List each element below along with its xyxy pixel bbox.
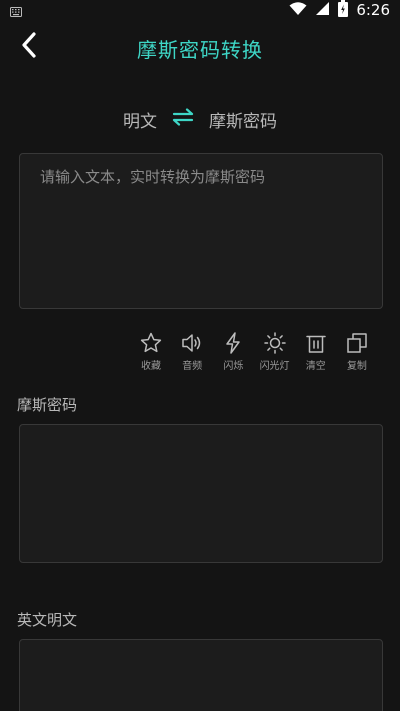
morse-section-label: 摩斯密码 (17, 396, 78, 414)
toolbar: 收藏 音频 闪烁 闪光灯 清空 复制 (134, 331, 374, 373)
audio-button[interactable]: 音频 (175, 331, 209, 373)
mode-label-morse: 摩斯密码 (209, 111, 277, 132)
copy-label: 复制 (346, 361, 367, 372)
favorite-label: 收藏 (141, 361, 161, 372)
app-bar: 摩斯密码转换 (0, 20, 400, 76)
english-output[interactable] (19, 639, 383, 711)
copy-button[interactable]: 复制 (340, 331, 374, 373)
swap-arrows-icon (172, 108, 194, 130)
battery-icon (338, 0, 349, 21)
text-input[interactable] (20, 154, 382, 308)
morse-output[interactable] (19, 424, 383, 563)
copy-icon (345, 331, 369, 355)
blink-label: 闪烁 (223, 361, 244, 372)
swap-button[interactable] (171, 107, 195, 131)
clear-button[interactable]: 清空 (299, 331, 333, 373)
flashlight-label: 闪光灯 (259, 361, 290, 372)
status-time: 6:26 (356, 1, 390, 19)
app-screen: 6:26 摩斯密码转换 明文 摩斯密码 请输入文本，实时转换为摩斯密码 收藏 音… (0, 0, 400, 711)
status-bar: 6:26 (0, 0, 400, 20)
blink-button[interactable]: 闪烁 (216, 331, 250, 373)
text-input-container (19, 153, 383, 309)
favorite-button[interactable]: 收藏 (134, 331, 168, 373)
mode-label-plaintext: 明文 (123, 111, 157, 132)
trash-icon (304, 331, 328, 355)
status-icons: 6:26 (289, 0, 390, 21)
sun-icon (263, 331, 287, 355)
audio-label: 音频 (182, 361, 203, 372)
star-icon (139, 331, 163, 355)
wifi-icon (289, 1, 307, 20)
signal-icon (315, 1, 330, 20)
clear-label: 清空 (305, 361, 326, 372)
mode-switch: 明文 摩斯密码 (0, 104, 400, 134)
flashlight-button[interactable]: 闪光灯 (258, 331, 292, 373)
english-section-label: 英文明文 (17, 611, 78, 629)
keyboard-icon (10, 3, 22, 17)
speaker-icon (180, 331, 204, 355)
lightning-icon (221, 331, 245, 355)
page-title: 摩斯密码转换 (137, 38, 263, 62)
